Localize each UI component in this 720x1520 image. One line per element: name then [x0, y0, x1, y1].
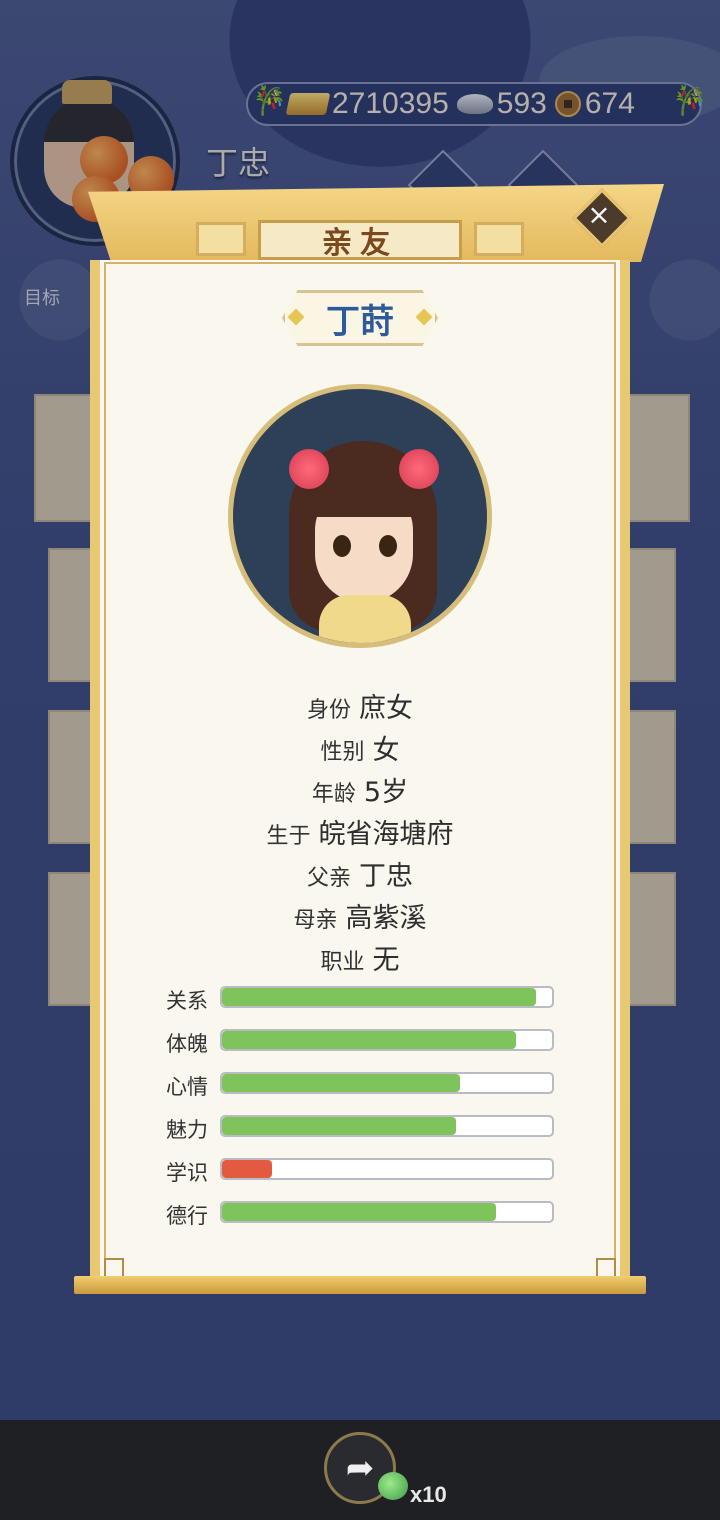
info-row-birthplace: 生于 皖省海塘府 — [104, 812, 616, 851]
info-value: 高紫溪 — [345, 903, 427, 934]
person-name-tag: 丁莳 — [282, 290, 438, 346]
info-key: 职业 — [320, 950, 365, 975]
info-row-identity: 身份 庶女 — [104, 686, 616, 725]
dialog-title: 亲友 — [322, 226, 398, 261]
info-value: 无 — [372, 945, 400, 976]
dialog-title-frame: 亲友 — [258, 220, 462, 261]
info-key: 年龄 — [311, 782, 356, 807]
stat-label-mood: 心情 — [166, 1075, 208, 1099]
stat-fill — [222, 988, 536, 1006]
hair-flower-icon — [289, 449, 329, 489]
info-key: 生于 — [266, 824, 311, 849]
portrait-eye — [379, 535, 397, 557]
hair-flower-icon — [399, 449, 439, 489]
stat-fill — [222, 1203, 496, 1221]
portrait-eye — [333, 535, 351, 557]
stat-bar-mood — [220, 1072, 554, 1094]
stat-fill — [222, 1074, 460, 1092]
stat-fill — [222, 1031, 516, 1049]
corner-ornament — [596, 1258, 616, 1278]
pet-icon — [378, 1472, 408, 1500]
info-value: 5岁 — [363, 777, 409, 808]
info-value: 庶女 — [359, 693, 413, 724]
info-value: 女 — [372, 735, 400, 766]
info-key: 性别 — [320, 740, 365, 765]
close-icon[interactable]: × — [581, 196, 617, 232]
stat-label-virtue: 德行 — [166, 1204, 208, 1228]
stat-bar-knowledge — [220, 1158, 554, 1180]
info-key: 父亲 — [306, 866, 351, 891]
info-key: 母亲 — [293, 908, 338, 933]
stat-bar-virtue — [220, 1201, 554, 1223]
stat-label-knowledge: 学识 — [166, 1161, 208, 1185]
stat-label-relationship: 关系 — [166, 989, 208, 1013]
portrait-robe — [319, 595, 411, 643]
share-icon: ➦ — [345, 1448, 375, 1488]
stat-fill — [222, 1160, 272, 1178]
info-row-age: 年龄 5岁 — [104, 770, 616, 809]
person-name: 丁莳 — [326, 301, 394, 342]
info-value: 丁忠 — [359, 861, 413, 892]
stat-bar-physique — [220, 1029, 554, 1051]
stat-label-physique: 体魄 — [166, 1032, 208, 1056]
header-ornament — [196, 222, 246, 256]
info-row-occupation: 职业无 — [104, 938, 616, 977]
info-key: 身份 — [306, 698, 351, 723]
info-row-mother: 母亲 高紫溪 — [104, 896, 616, 935]
stat-fill — [222, 1117, 457, 1135]
info-row-father: 父亲 丁忠 — [104, 854, 616, 893]
stat-label-charm: 魅力 — [166, 1118, 208, 1142]
share-count: x10 — [410, 1482, 447, 1507]
info-value: 皖省海塘府 — [318, 819, 454, 850]
stat-bar-relationship — [220, 986, 554, 1008]
header-ornament — [474, 222, 524, 256]
corner-ornament — [104, 1258, 124, 1278]
stat-bar-charm — [220, 1115, 554, 1137]
info-row-gender: 性别女 — [104, 728, 616, 767]
person-portrait — [228, 384, 492, 648]
scroll-roller — [74, 1276, 646, 1294]
